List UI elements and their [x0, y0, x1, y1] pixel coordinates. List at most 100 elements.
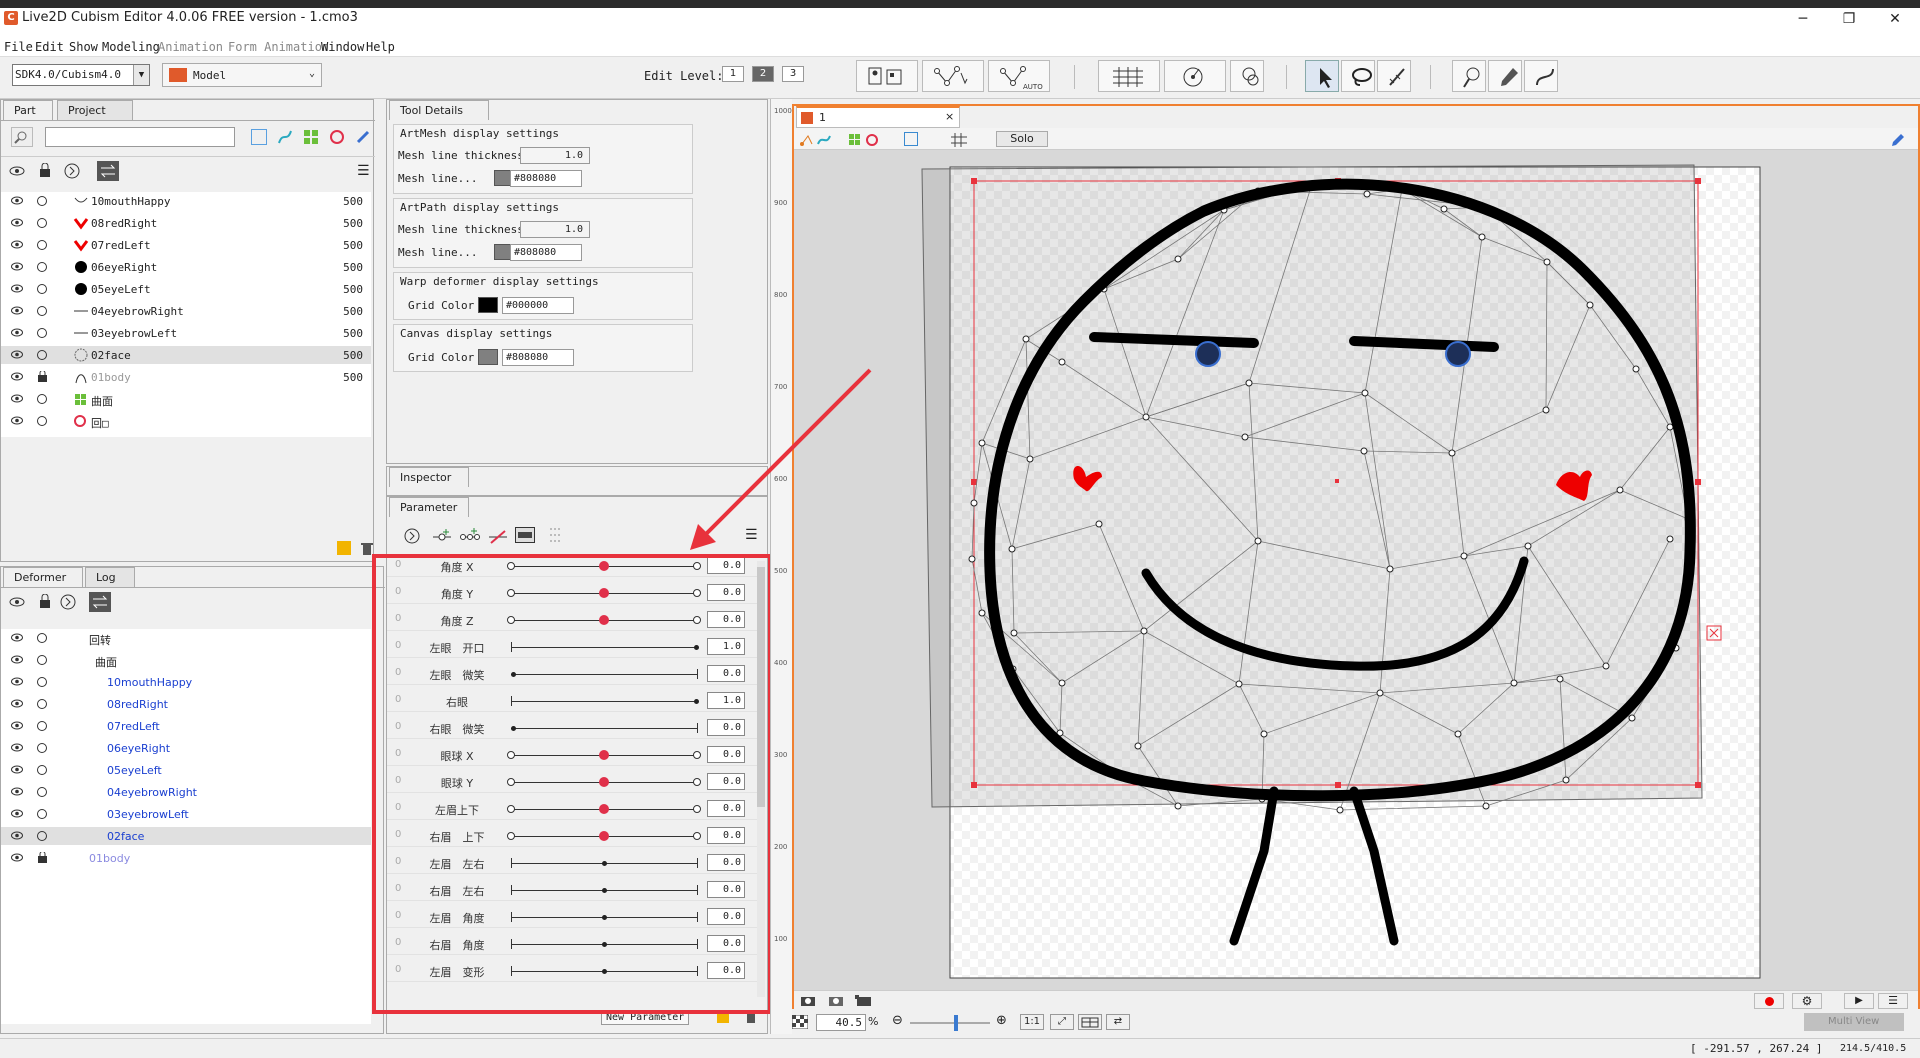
unlock-circle-icon[interactable]: [37, 721, 47, 731]
visibility-eye-icon[interactable]: [11, 372, 23, 381]
swap-order-icon[interactable]: [89, 592, 111, 612]
artpath-thickness-input[interactable]: 1.0: [520, 221, 590, 238]
close-tab-icon[interactable]: ×: [945, 110, 954, 123]
filter-glue-icon[interactable]: [355, 129, 371, 145]
menu-file[interactable]: File: [4, 40, 33, 54]
view-tab[interactable]: 1 ×: [796, 106, 960, 128]
deformer-row[interactable]: 01body: [1, 849, 371, 867]
camera-settings-icon[interactable]: [828, 993, 844, 1007]
maximize-button[interactable]: ❐: [1826, 8, 1872, 30]
unlock-circle-icon[interactable]: [37, 240, 47, 250]
eye-icon[interactable]: [9, 165, 25, 177]
visibility-eye-icon[interactable]: [11, 787, 23, 796]
mesh-edit-button[interactable]: [922, 60, 984, 92]
visibility-eye-icon[interactable]: [11, 262, 23, 271]
unlock-circle-icon[interactable]: [37, 765, 47, 775]
minimize-button[interactable]: ─: [1780, 8, 1826, 30]
deformer-row[interactable]: 06eyeRight: [1, 739, 371, 757]
part-row[interactable]: 曲面: [1, 390, 371, 408]
unlock-circle-icon[interactable]: [37, 809, 47, 819]
part-search-input[interactable]: [45, 127, 235, 147]
menu-form-animation[interactable]: Form Animation: [228, 40, 329, 54]
lock-icon[interactable]: [39, 163, 51, 177]
unlock-circle-icon[interactable]: [37, 787, 47, 797]
warp-grid-color-swatch[interactable]: [478, 297, 498, 313]
export-image-icon[interactable]: [854, 993, 872, 1007]
lock-icon[interactable]: [38, 371, 47, 382]
zoom-reset-button[interactable]: 1:1: [1020, 1014, 1044, 1030]
filter-path-icon[interactable]: [277, 129, 293, 145]
unlock-circle-icon[interactable]: [37, 743, 47, 753]
pen-tool-button[interactable]: [1488, 60, 1522, 92]
visibility-eye-icon[interactable]: [11, 284, 23, 293]
delete-key-icon[interactable]: [487, 527, 509, 545]
deformer-row[interactable]: 04eyebrowRight: [1, 783, 371, 801]
mode-select[interactable]: Model ⌄: [162, 63, 322, 87]
tab-part[interactable]: Part: [3, 100, 53, 120]
visibility-eye-icon[interactable]: [11, 633, 23, 642]
new-folder-icon[interactable]: [337, 541, 351, 555]
part-row[interactable]: 04eyebrowRight 500: [1, 302, 371, 320]
canvas-viewport[interactable]: 1 × Solo ⚙ ▶ ☰: [792, 104, 1920, 1010]
deformer-row[interactable]: 10mouthHappy: [1, 673, 371, 691]
list-icon[interactable]: ☰: [1878, 993, 1908, 1009]
unlock-circle-icon[interactable]: [37, 699, 47, 709]
expand-all-icon[interactable]: [403, 527, 421, 545]
menu-icon[interactable]: ☰: [357, 163, 370, 179]
filter-artmesh-icon[interactable]: [251, 129, 267, 145]
solo-button[interactable]: Solo: [996, 131, 1048, 147]
expand-all-icon[interactable]: [63, 162, 81, 180]
visibility-eye-icon[interactable]: [11, 699, 23, 708]
part-row[interactable]: 07redLeft 500: [1, 236, 371, 254]
deformer-row[interactable]: 回转: [1, 629, 371, 647]
part-row[interactable]: 06eyeRight 500: [1, 258, 371, 276]
tab-log[interactable]: Log: [85, 567, 135, 587]
zoom-slider[interactable]: [910, 1015, 990, 1031]
parameter-grid-icon[interactable]: [515, 527, 535, 543]
tab-parameter[interactable]: Parameter: [389, 497, 469, 517]
eye-icon[interactable]: [9, 596, 25, 608]
deform-path-button[interactable]: [1452, 60, 1486, 92]
visibility-eye-icon[interactable]: [11, 721, 23, 730]
tab-inspector[interactable]: Inspector: [389, 467, 469, 487]
tab-tool-details[interactable]: Tool Details: [389, 100, 489, 120]
curve-tool-button[interactable]: [1524, 60, 1558, 92]
canvas-area[interactable]: [794, 151, 1918, 989]
visibility-eye-icon[interactable]: [11, 677, 23, 686]
artmesh-thickness-input[interactable]: 1.0: [520, 147, 590, 164]
texture-atlas-button[interactable]: [856, 60, 918, 92]
close-button[interactable]: ✕: [1872, 8, 1918, 30]
unlock-circle-icon[interactable]: [37, 284, 47, 294]
tab-deformer[interactable]: Deformer: [3, 567, 83, 587]
search-icon[interactable]: [11, 127, 33, 147]
expand-all-icon[interactable]: [59, 593, 77, 611]
menu-edit[interactable]: Edit: [35, 40, 64, 54]
unlock-circle-icon[interactable]: [37, 328, 47, 338]
unlock-circle-icon[interactable]: [37, 218, 47, 228]
unlock-circle-icon[interactable]: [37, 196, 47, 206]
add-three-keys-icon[interactable]: [459, 527, 481, 545]
show-deformer-icons[interactable]: [848, 132, 888, 148]
deformer-row[interactable]: 07redLeft: [1, 717, 371, 735]
lasso-tool-button[interactable]: [1341, 60, 1375, 92]
visibility-eye-icon[interactable]: [11, 328, 23, 337]
visibility-eye-icon[interactable]: [11, 394, 23, 403]
visibility-eye-icon[interactable]: [11, 809, 23, 818]
tab-project[interactable]: Project: [57, 100, 133, 120]
auto-mesh-button[interactable]: AUTO: [988, 60, 1050, 92]
show-mesh-icons[interactable]: [800, 132, 840, 148]
filter-warp-icon[interactable]: [303, 129, 319, 145]
sdk-version-select[interactable]: SDK4.0/Cubism4.0 ▼: [12, 64, 150, 86]
unlock-circle-icon[interactable]: [37, 306, 47, 316]
multi-view-button[interactable]: Multi View: [1804, 1013, 1904, 1031]
pen-icon[interactable]: [1890, 132, 1906, 148]
gear-icon[interactable]: ⚙: [1792, 993, 1822, 1009]
unlock-circle-icon[interactable]: [37, 262, 47, 272]
visibility-eye-icon[interactable]: [11, 655, 23, 664]
play-icon[interactable]: ▶: [1844, 993, 1874, 1009]
edit-level-1[interactable]: 1: [722, 66, 744, 82]
arrow-tool-button[interactable]: [1305, 60, 1339, 92]
zoom-in-icon[interactable]: ⊕: [996, 1013, 1007, 1028]
part-row[interactable]: 10mouthHappy 500: [1, 192, 371, 210]
menu-animation[interactable]: Animation: [158, 40, 223, 54]
